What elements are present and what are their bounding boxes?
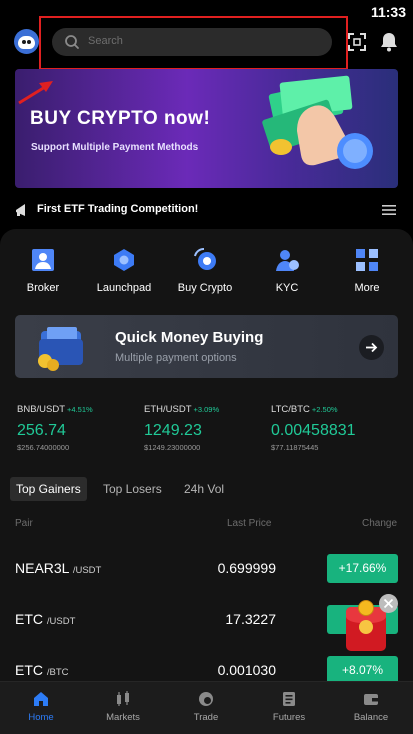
wallet-icon (38, 327, 83, 371)
ticker-change: +2.50% (311, 405, 338, 414)
nav-balance[interactable]: Balance (330, 682, 412, 734)
tab-top-gainers[interactable]: Top Gainers (10, 477, 87, 501)
nav-markets[interactable]: Markets (82, 682, 164, 734)
kyc-icon (276, 250, 299, 271)
row-quote: /USDT (46, 616, 76, 627)
announcement-text: First ETF Trading Competition! (37, 203, 199, 215)
launchpad-icon (114, 249, 134, 271)
gold-coin-icon (358, 600, 374, 616)
ticker-price: 256.74 (17, 422, 66, 439)
broker-icon (32, 249, 54, 271)
megaphone-icon (16, 204, 25, 216)
header-pair: Pair (15, 518, 33, 529)
quick-money-card[interactable]: Quick Money Buying Multiple payment opti… (15, 315, 398, 378)
nav-label: Markets (106, 712, 140, 723)
bell-icon[interactable] (380, 32, 398, 52)
nav-label: Futures (272, 712, 306, 723)
row-change-badge[interactable]: +8.07% (327, 656, 398, 681)
ticker-price: 1249.23 (144, 422, 202, 439)
nav-label: Trade (193, 712, 219, 723)
table-row[interactable]: ETC /BTC 0.001030 +8.07% (0, 656, 413, 681)
table-row[interactable]: NEAR3L /USDT 0.699999 +17.66% (0, 554, 413, 584)
row-symbol: ETC /BTC (15, 662, 69, 678)
avatar-eye-right (27, 40, 31, 44)
envelope-seal-icon (359, 620, 373, 634)
ticker-fiat: $256.74000000 (17, 443, 70, 452)
nav-futures[interactable]: Futures (248, 682, 330, 734)
quick-money-title: Quick Money Buying (115, 329, 264, 346)
quick-action-kyc[interactable]: KYC (247, 247, 327, 294)
red-packet-widget[interactable] (344, 594, 398, 656)
announcement-bar[interactable]: First ETF Trading Competition! (0, 196, 413, 224)
ticker-fiat: $1249.23000000 (144, 443, 201, 452)
markets-icon (117, 691, 129, 706)
ticker-strip: BNB/USDT +4.51% 256.74 $256.74000000 ETH/… (0, 399, 413, 459)
header-last-price: Last Price (227, 518, 272, 529)
row-last-price: 0.001030 (217, 662, 276, 678)
quick-action-label: KYC (275, 282, 299, 294)
header-change: Change (362, 518, 398, 529)
nav-label: Balance (353, 712, 389, 723)
futures-icon (283, 692, 295, 706)
annotation-arrow-icon (18, 81, 53, 105)
tab-24h-vol[interactable]: 24h Vol (178, 477, 230, 501)
more-icon (356, 249, 378, 271)
quick-money-subtitle: Multiple payment options (115, 352, 237, 364)
row-base: NEAR3L (15, 560, 69, 576)
quick-action-label: Broker (26, 282, 60, 294)
ticker-eth-usdt[interactable]: ETH/USDT +3.09% 1249.23 $1249.23000000 (144, 399, 274, 452)
scan-icon[interactable] (348, 33, 366, 51)
quick-action-buy-crypto[interactable]: Buy Crypto (165, 247, 245, 294)
buy-crypto-icon (194, 247, 216, 270)
row-base: ETC (15, 611, 43, 627)
menu-list-icon[interactable] (382, 204, 396, 216)
nav-trade[interactable]: Trade (165, 682, 247, 734)
highlight-annotation (39, 16, 348, 70)
ticker-price: 0.00458831 (271, 422, 356, 439)
red-packet-close-button[interactable] (379, 594, 398, 613)
quick-action-more[interactable]: More (327, 247, 407, 294)
quick-action-broker[interactable]: Broker (3, 247, 83, 294)
close-icon (383, 598, 394, 609)
ticker-change: +4.51% (67, 405, 93, 414)
ticker-change: +3.09% (193, 405, 220, 414)
row-last-price: 17.3227 (225, 611, 276, 627)
market-tabs: Top Gainers Top Losers 24h Vol (0, 477, 413, 503)
row-symbol: ETC /USDT (15, 611, 75, 627)
trade-icon (199, 692, 213, 706)
quick-action-label: More (354, 282, 380, 294)
quick-action-label: Buy Crypto (177, 282, 233, 294)
quick-action-label: Launchpad (96, 282, 152, 294)
banner-subtitle: Support Multiple Payment Methods (31, 142, 199, 153)
row-base: ETC (15, 662, 43, 678)
status-time: 11:33 (370, 4, 406, 20)
avatar[interactable] (14, 29, 39, 54)
nav-label: Home (28, 712, 54, 723)
ticker-bnb-usdt[interactable]: BNB/USDT +4.51% 256.74 $256.74000000 (17, 399, 147, 452)
quick-actions: Broker Launchpad Buy Crypto KYC More (0, 247, 413, 297)
banner-title: BUY CRYPTO now! (30, 108, 211, 129)
tab-top-losers[interactable]: Top Losers (97, 477, 168, 501)
row-symbol: NEAR3L /USDT (15, 560, 101, 576)
balance-icon (364, 694, 378, 705)
arrow-right-icon (366, 342, 378, 353)
ticker-pair: BNB/USDT (17, 404, 66, 415)
table-header: Pair Last Price Change (0, 518, 413, 532)
home-icon (34, 692, 48, 706)
avatar-eye-left (22, 40, 26, 44)
row-quote: /BTC (46, 667, 69, 678)
nav-home[interactable]: Home (0, 682, 82, 734)
ticker-pair: ETH/USDT (144, 404, 192, 415)
quick-action-launchpad[interactable]: Launchpad (84, 247, 164, 294)
bottom-nav: Home Markets Trade Futures Balance (0, 681, 413, 734)
row-change-badge[interactable]: +17.66% (327, 554, 398, 583)
ticker-fiat: $77.11875445 (271, 443, 319, 452)
row-quote: /USDT (72, 565, 102, 576)
row-last-price: 0.699999 (217, 560, 276, 576)
promo-banner[interactable]: BUY CRYPTO now! Support Multiple Payment… (15, 69, 398, 188)
ticker-pair: LTC/BTC (271, 404, 310, 415)
ticker-ltc-btc[interactable]: LTC/BTC +2.50% 0.00458831 $77.11875445 (271, 399, 401, 452)
quick-money-go-button[interactable] (359, 335, 384, 360)
hand-cash-illustration-icon (262, 75, 373, 169)
